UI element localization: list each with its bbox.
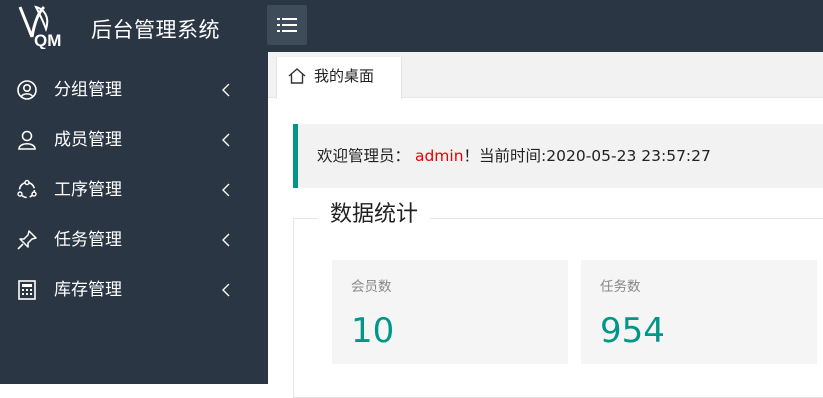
sidebar-item-process[interactable]: 工序管理: [0, 166, 268, 216]
sidebar-item-member[interactable]: 成员管理: [0, 116, 268, 166]
tab-my-desktop[interactable]: 我的桌面: [276, 57, 402, 99]
stat-card-members: 会员数 10: [332, 260, 568, 364]
main-content: 我的桌面 欢迎管理员： admin！当前时间:2020-05-23 23:57:…: [268, 52, 823, 398]
stat-card-tasks: 任务数 954: [581, 260, 817, 364]
svg-text:QM: QM: [34, 31, 61, 49]
menu-toggle-button[interactable]: [267, 5, 307, 45]
stat-card-value: 954: [600, 311, 665, 351]
calculator-icon: [18, 280, 36, 300]
chevron-left-icon: [222, 83, 230, 97]
welcome-prefix: 欢迎管理员：: [317, 147, 411, 165]
stat-card-value: 10: [351, 311, 395, 351]
pin-icon: [17, 230, 37, 250]
sidebar-item-label: 分组管理: [54, 80, 122, 100]
user-icon: [18, 130, 36, 150]
home-icon: [288, 68, 306, 84]
welcome-text: 欢迎管理员： admin！当前时间:2020-05-23 23:57:27: [317, 147, 711, 165]
welcome-username: admin: [414, 147, 464, 165]
sidebar-item-group[interactable]: 分组管理: [0, 66, 268, 116]
list-icon: [277, 18, 297, 32]
chevron-left-icon: [222, 233, 230, 247]
top-bar: QM 后台管理系统: [0, 0, 823, 52]
user-circle-icon: [17, 80, 37, 100]
chevron-left-icon: [222, 183, 230, 197]
stat-card-title: 会员数: [351, 279, 392, 295]
chevron-left-icon: [222, 283, 230, 297]
chevron-left-icon: [222, 133, 230, 147]
tab-bar: 我的桌面: [268, 52, 823, 99]
stats-legend: 数据统计: [318, 204, 431, 226]
sidebar-item-label: 库存管理: [54, 280, 122, 300]
stat-card-title: 任务数: [600, 279, 641, 295]
sidebar-item-label: 成员管理: [54, 130, 122, 150]
tab-label: 我的桌面: [314, 67, 375, 85]
sidebar-item-task[interactable]: 任务管理: [0, 216, 268, 266]
sidebar: 分组管理 成员管理 工序管理 任务管理 库存管理: [0, 52, 268, 384]
share-icon: [17, 179, 37, 199]
sidebar-item-label: 任务管理: [54, 230, 122, 250]
welcome-suffix: ！当前时间:2020-05-23 23:57:27: [463, 147, 711, 165]
sidebar-item-label: 工序管理: [54, 180, 122, 200]
app-title: 后台管理系统: [91, 18, 220, 42]
welcome-banner: 欢迎管理员： admin！当前时间:2020-05-23 23:57:27: [293, 124, 823, 188]
logo: QM: [16, 3, 68, 50]
sidebar-item-stock[interactable]: 库存管理: [0, 266, 268, 316]
